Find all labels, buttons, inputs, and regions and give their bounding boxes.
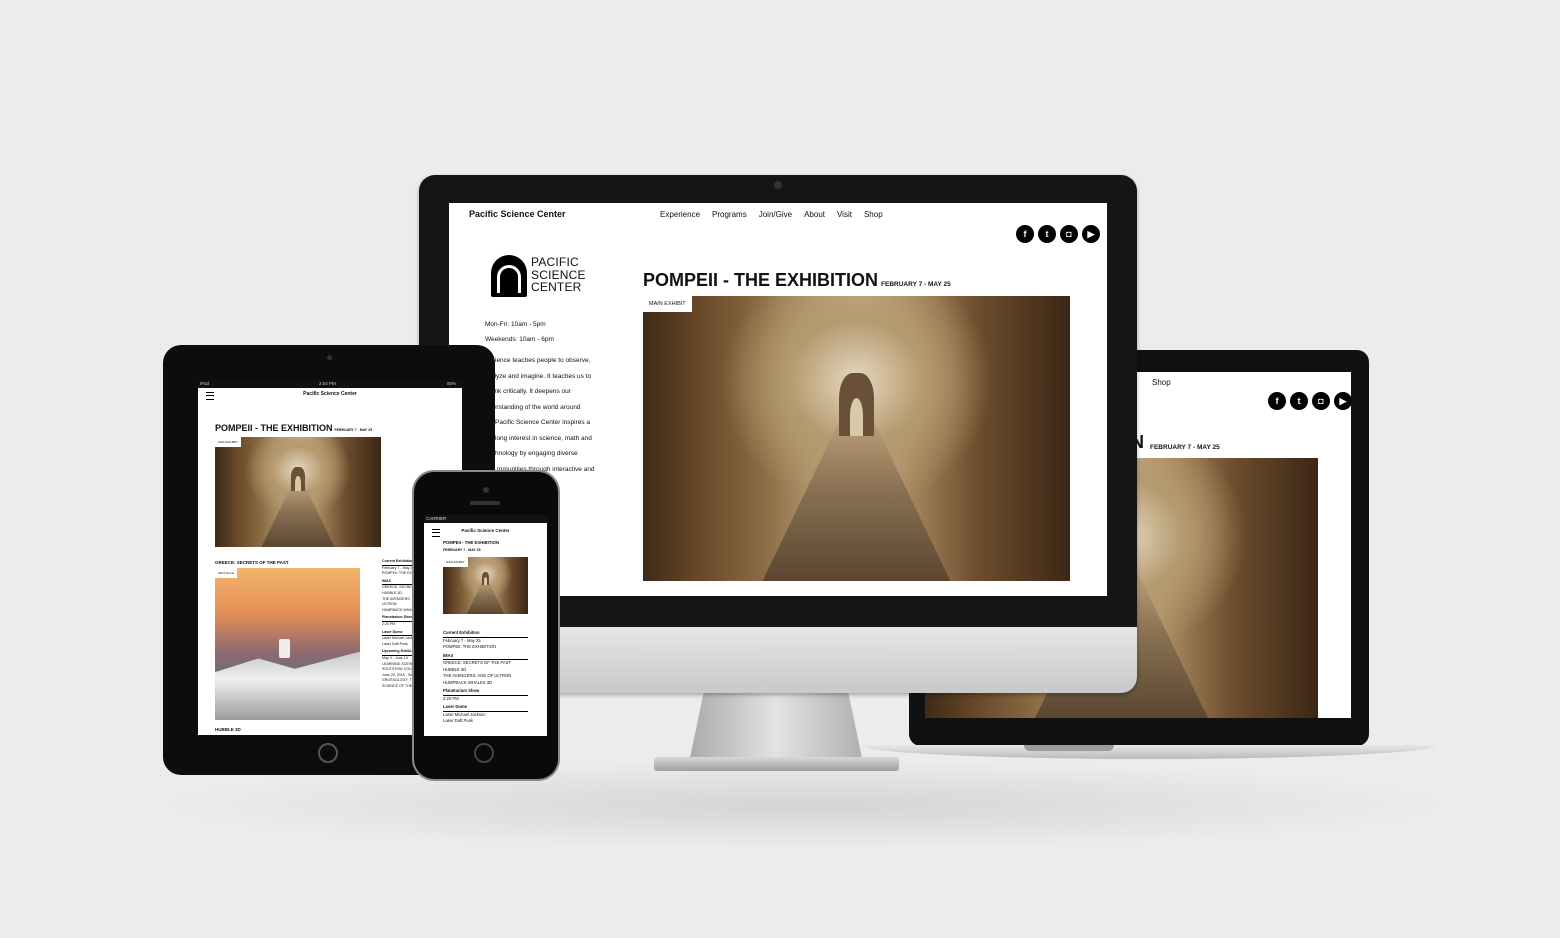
status-device: iPad — [200, 381, 210, 386]
flickr-icon[interactable]: ◘ — [1312, 392, 1330, 410]
list-item[interactable]: Laser Daft Punk — [443, 718, 528, 725]
logo-mark-icon — [491, 255, 527, 297]
nav-visit[interactable]: Visit — [837, 210, 852, 219]
hero-image[interactable]: MAIN EXHIBIT — [643, 296, 1070, 581]
list-item[interactable]: POMPEII: THE EXHIBITION — [443, 644, 528, 651]
home-button[interactable] — [474, 743, 494, 763]
imac-stand — [690, 692, 862, 758]
camera-icon — [774, 181, 782, 189]
youtube-icon[interactable]: ▶ — [1082, 225, 1100, 243]
speaker-grille — [470, 501, 500, 505]
list-item[interactable]: HUMPBACK WHALES 3D — [443, 680, 528, 687]
list-heading: Laser Dome — [443, 704, 528, 712]
list-heading: Planetarium Show — [443, 688, 528, 696]
tablet-title: POMPEII - THE EXHIBITION FEBRUARY 7 - MAY… — [215, 423, 372, 433]
site-brand[interactable]: Pacific Science Center — [469, 209, 566, 219]
list-item[interactable]: 2:20 PM — [443, 696, 528, 703]
page-title: POMPEII - THE EXHIBITION FEBRUARY 7 - MAY… — [643, 270, 951, 291]
nav-experience[interactable]: Experience — [660, 210, 700, 219]
laptop-nav-shop[interactable]: Shop — [1152, 378, 1171, 387]
camera-icon — [483, 487, 489, 493]
phone-status-bar: CARRIER — [424, 515, 547, 523]
facebook-icon[interactable]: f — [1016, 225, 1034, 243]
nav-about[interactable]: About — [804, 210, 825, 219]
tablet-brand[interactable]: Pacific Science Center — [198, 391, 462, 397]
status-carrier: CARRIER — [426, 516, 447, 521]
about-line: derstanding of the world around — [489, 403, 581, 411]
laptop-dates: FEBRUARY 7 - MAY 25 — [1150, 444, 1220, 451]
twitter-icon[interactable]: t — [1290, 392, 1308, 410]
phone-tag: MAIN EXHIBIT — [443, 557, 468, 567]
list-heading: IMAX — [443, 653, 528, 660]
tablet-title-text: POMPEII - THE EXHIBITION — [215, 423, 333, 433]
main-nav: Experience Programs Join/Give About Visi… — [660, 210, 883, 219]
main-exhibit-tag: MAIN EXHIBIT — [643, 296, 692, 312]
phone-brand[interactable]: Pacific Science Center — [424, 528, 547, 533]
list-heading: Current Exhibition — [443, 630, 528, 638]
page-title-text: POMPEII - THE EXHIBITION — [643, 270, 879, 290]
phone-dates: FEBRUARY 7 - MAY 25 — [443, 548, 481, 552]
hours-weekend: Weekends: 10am - 6pm — [485, 336, 554, 343]
tablet-tag: MAIN EXHIBIT — [215, 437, 242, 447]
phone-hero-image[interactable]: MAIN EXHIBIT — [443, 557, 528, 614]
status-time: 2:54 PM — [319, 381, 336, 386]
tablet-hero-image[interactable]: MAIN EXHIBIT — [215, 437, 381, 547]
logo-text-line: PACIFIC — [531, 255, 579, 269]
exhibit-dates: FEBRUARY 7 - MAY 25 — [881, 281, 951, 288]
camera-icon — [327, 355, 332, 360]
about-line: long interest in science, math and — [495, 434, 592, 442]
tablet-dates: FEBRUARY 7 - MAY 25 — [334, 428, 373, 432]
tablet-status-bar: iPad 2:54 PM 85% — [198, 380, 462, 388]
laptop-notch — [1024, 745, 1114, 751]
flickr-icon[interactable]: ◘ — [1060, 225, 1078, 243]
tablet-section-hubble: HUBBLE 3D — [215, 727, 241, 732]
about-line: ience teaches people to observe, — [495, 357, 591, 364]
about-line: Pacific Science Center inspires a — [495, 419, 591, 426]
nav-shop[interactable]: Shop — [864, 210, 883, 219]
about-line: hnology by engaging diverse — [495, 450, 578, 457]
facebook-icon[interactable]: f — [1268, 392, 1286, 410]
laptop-base — [860, 745, 1437, 759]
phone-screen: CARRIER Pacific Science Center POMPEII -… — [424, 515, 547, 736]
twitter-icon[interactable]: t — [1038, 225, 1056, 243]
about-line: alyze and imagine. It teaches us to — [491, 372, 592, 380]
nav-join-give[interactable]: Join/Give — [759, 210, 792, 219]
nav-programs[interactable]: Programs — [712, 210, 747, 219]
social-icons: f t ◘ ▶ — [1016, 225, 1100, 243]
imac-foot — [654, 757, 899, 771]
laptop-social-icons: f t ◘ ▶ — [1268, 392, 1351, 410]
phone-title: POMPEII - THE EXHIBITION — [443, 540, 500, 545]
phone-program-list: Current Exhibition February 7 - May 25 P… — [443, 628, 528, 725]
home-button[interactable] — [318, 743, 338, 763]
status-battery: 85% — [446, 381, 456, 386]
about-line: ink critically. It deepens our — [493, 388, 571, 395]
psc-logo[interactable]: PACIFIC SCIENCE CENTER — [491, 255, 591, 301]
hours-weekday: Mon-Fri: 10am - 5pm — [485, 321, 546, 328]
tablet-greece-image[interactable]: IMAX Dome — [215, 568, 360, 720]
tablet-tag-imax: IMAX Dome — [215, 568, 238, 578]
logo-text-line: CENTER — [531, 280, 582, 294]
youtube-icon[interactable]: ▶ — [1334, 392, 1351, 410]
tablet-section-greece: GREECE: SECRETS OF THE PAST — [215, 560, 289, 565]
